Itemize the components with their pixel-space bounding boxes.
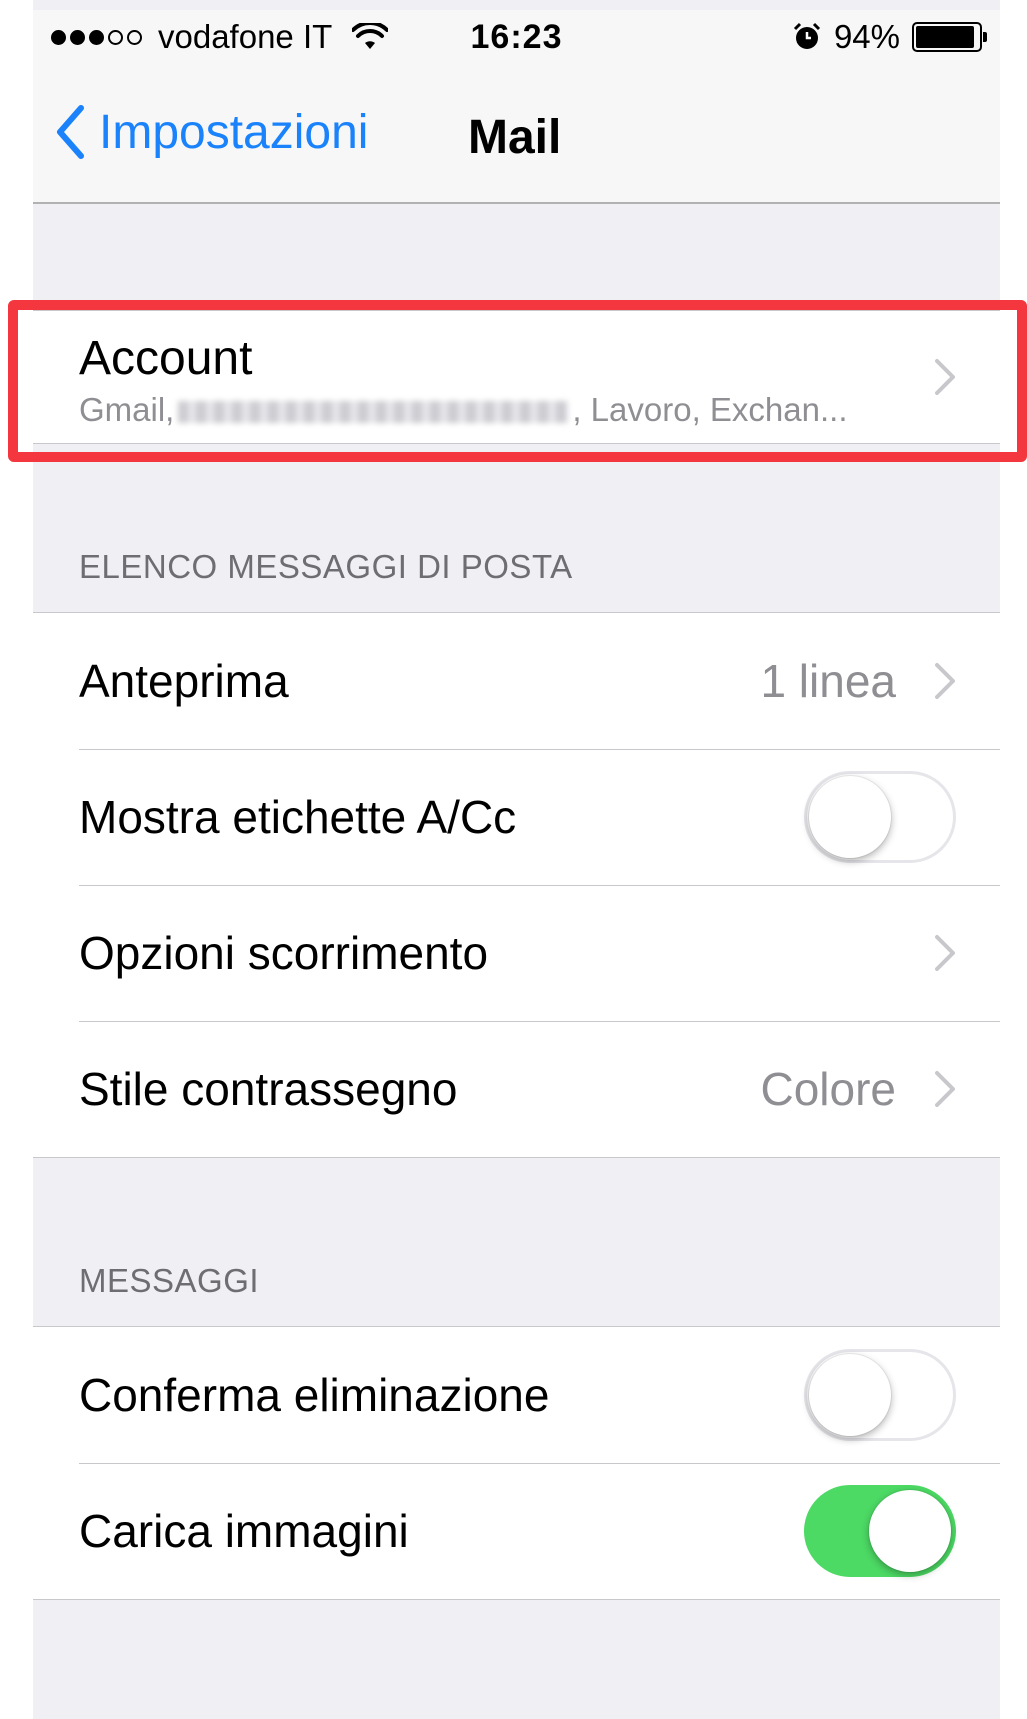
- account-title: Account: [79, 332, 253, 385]
- battery-percent: 94%: [833, 18, 900, 55]
- message-list-group: Anteprima 1 linea Mostra etichette A/Cc …: [33, 612, 1000, 1158]
- section-header-list: ELENCO MESSAGGI DI POSTA: [79, 548, 573, 585]
- account-subtitle: Gmail,, Lavoro, Exchan...: [79, 391, 848, 428]
- navigation-bar: Impostazioni Mail: [33, 74, 1000, 204]
- load-images-toggle[interactable]: [804, 1485, 956, 1577]
- messages-group: Conferma eliminazione Carica immagini: [33, 1326, 1000, 1600]
- page-title: Mail: [468, 111, 562, 164]
- show-labels-row: Mostra etichette A/Cc: [33, 749, 1000, 885]
- back-button[interactable]: Impostazioni: [55, 104, 368, 160]
- preview-label: Anteprima: [79, 655, 289, 707]
- confirm-delete-toggle[interactable]: [804, 1349, 956, 1441]
- flag-style-value: Colore: [760, 1063, 896, 1115]
- swipe-options-row[interactable]: Opzioni scorrimento: [33, 885, 1000, 1021]
- account-row[interactable]: Account Gmail,, Lavoro, Exchan...: [33, 311, 1000, 443]
- swipe-options-label: Opzioni scorrimento: [79, 927, 489, 979]
- back-button-label: Impostazioni: [99, 105, 369, 159]
- confirm-delete-row: Conferma eliminazione: [33, 1327, 1000, 1463]
- preview-value: 1 linea: [760, 655, 896, 707]
- alarm-icon: [793, 22, 820, 49]
- account-group: Account Gmail,, Lavoro, Exchan...: [33, 310, 1000, 444]
- chevron-right-icon: [935, 359, 955, 395]
- flag-style-label: Stile contrassegno: [79, 1063, 458, 1115]
- status-bar: vodafone IT 16:23 94%: [33, 10, 1000, 74]
- chevron-right-icon: [935, 1071, 955, 1107]
- preview-row[interactable]: Anteprima 1 linea: [33, 613, 1000, 749]
- chevron-right-icon: [935, 935, 955, 971]
- chevron-right-icon: [935, 663, 955, 699]
- show-labels-toggle[interactable]: [804, 771, 956, 863]
- chevron-left-icon: [57, 105, 84, 159]
- show-labels-label: Mostra etichette A/Cc: [79, 791, 517, 843]
- confirm-delete-label: Conferma eliminazione: [79, 1369, 550, 1421]
- battery-icon: [912, 22, 987, 52]
- status-right: 94%: [792, 18, 987, 56]
- redacted-email: [178, 401, 569, 424]
- section-header-messages: MESSAGGI: [79, 1262, 260, 1299]
- load-images-label: Carica immagini: [79, 1505, 409, 1557]
- mail-settings-screen: vodafone IT 16:23 94% Impostazioni Mail …: [33, 0, 1000, 1719]
- flag-style-row[interactable]: Stile contrassegno Colore: [33, 1021, 1000, 1157]
- load-images-row: Carica immagini: [33, 1463, 1000, 1599]
